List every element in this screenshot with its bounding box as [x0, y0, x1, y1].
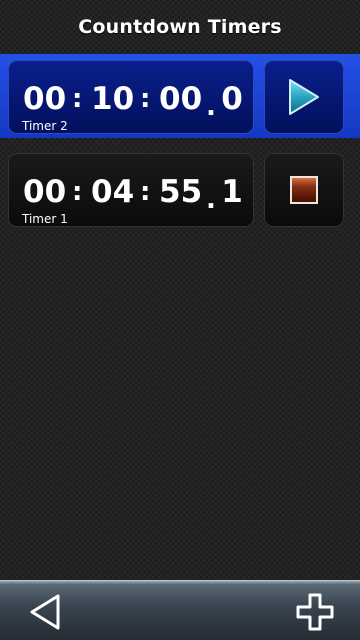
- play-icon: [289, 79, 319, 115]
- stop-icon: [290, 176, 318, 204]
- hours-value: 00: [23, 81, 67, 117]
- title-bar: Countdown Timers: [0, 0, 360, 54]
- add-timer-button[interactable]: [292, 589, 338, 635]
- timer-display[interactable]: 00 : 04 : 55 . 1 Timer 1: [8, 153, 254, 227]
- page-title: Countdown Timers: [78, 16, 282, 38]
- decimal-separator: .: [206, 92, 216, 122]
- back-arrow-icon: [30, 594, 60, 630]
- bottom-toolbar: [0, 580, 360, 640]
- tenths-value: 1: [221, 174, 243, 210]
- decimal-separator: .: [206, 185, 216, 215]
- timer-label: Timer 1: [22, 212, 68, 226]
- timer-row-timer-1[interactable]: 00 : 04 : 55 . 1 Timer 1: [0, 147, 360, 231]
- stop-button[interactable]: [264, 153, 344, 227]
- minutes-value: 10: [91, 81, 135, 117]
- seconds-value: 55: [159, 174, 203, 210]
- minute-second-separator: :: [140, 84, 151, 114]
- plus-icon: [296, 593, 334, 631]
- play-button[interactable]: [264, 60, 344, 134]
- back-button[interactable]: [22, 589, 68, 635]
- hours-value: 00: [23, 174, 67, 210]
- seconds-value: 00: [159, 81, 203, 117]
- minutes-value: 04: [91, 174, 135, 210]
- tenths-value: 0: [221, 81, 243, 117]
- hour-minute-separator: :: [72, 177, 83, 207]
- timer-display[interactable]: 00 : 10 : 00 . 0 Timer 2: [8, 60, 254, 134]
- timer-row-timer-2[interactable]: 00 : 10 : 00 . 0 Timer 2: [0, 54, 360, 138]
- timer-label: Timer 2: [22, 119, 68, 133]
- hour-minute-separator: :: [72, 84, 83, 114]
- minute-second-separator: :: [140, 177, 151, 207]
